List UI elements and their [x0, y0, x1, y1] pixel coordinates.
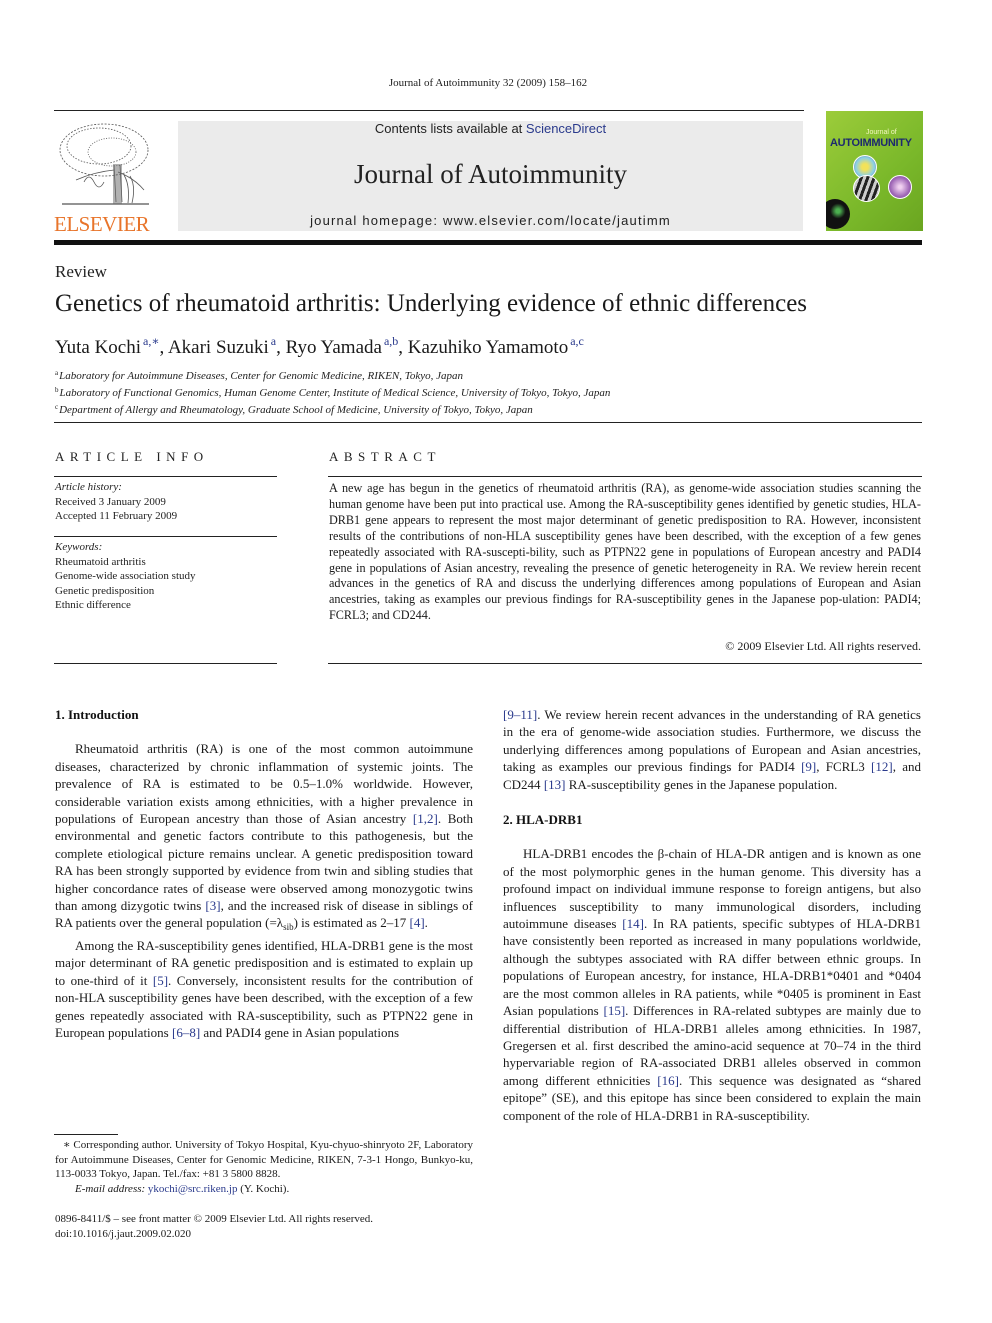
abstract-bottom-rule: [328, 663, 922, 664]
affiliation-key: a: [55, 369, 59, 377]
author-separator: ,: [276, 337, 286, 358]
received-date: Received 3 January 2009: [55, 495, 166, 508]
keywords-label: Keywords:: [55, 541, 103, 553]
citation-link[interactable]: [1,2]: [413, 811, 438, 826]
affiliation: bLaboratory of Functional Genomics, Huma…: [55, 383, 610, 400]
author-affiliation-link[interactable]: a,b: [384, 334, 398, 348]
keywords: Keywords: Rheumatoid arthritis Genome-wi…: [55, 540, 277, 613]
author-name: Ryo Yamada: [285, 337, 382, 358]
citation-link[interactable]: [9]: [801, 759, 816, 774]
citation-link[interactable]: [14]: [622, 916, 644, 931]
accepted-date: Accepted 11 February 2009: [55, 510, 178, 522]
section-heading-hla-drb1: 2. HLA-DRB1: [503, 812, 583, 828]
email-link[interactable]: ykochi@src.riken.jp: [148, 1183, 238, 1195]
email-suffix: (Y. Kochi).: [237, 1182, 290, 1195]
hla-paragraph-1: HLA-DRB1 encodes the β-chain of HLA-DR a…: [503, 845, 921, 1124]
issn-line: 0896-8411/$ – see front matter © 2009 El…: [55, 1213, 374, 1225]
masthead-thick-rule: [54, 240, 922, 245]
text-run: RA-susceptibility genes in the Japanese …: [565, 776, 838, 792]
citation-link[interactable]: [4]: [410, 915, 425, 930]
text-run: .: [424, 915, 428, 931]
citation-link[interactable]: [3]: [205, 898, 220, 913]
keywords-rule: [54, 536, 277, 537]
section-heading-introduction: 1. Introduction: [55, 707, 139, 722]
article-title: Genetics of rheumatoid arthritis: Underl…: [55, 290, 808, 317]
text-run: , FCRL3: [816, 759, 872, 775]
affiliation: aLaboratory for Autoimmune Diseases, Cen…: [55, 366, 610, 383]
intro-paragraph-1: Rheumatoid arthritis (RA) is one of the …: [55, 740, 473, 936]
corresponding-author: ∗ Corresponding author. University of To…: [55, 1139, 473, 1181]
journal-name: Journal of Autoimmunity: [354, 159, 627, 189]
citation-link[interactable]: [6–8]: [172, 1025, 200, 1040]
citation-link[interactable]: [15]: [603, 1003, 625, 1018]
email-label: E-mail address:: [75, 1182, 148, 1195]
article-info-bottom-rule: [54, 663, 277, 664]
author-separator: ,: [398, 337, 408, 358]
author-affiliation-link[interactable]: a,∗: [143, 334, 159, 348]
article-history: Article history: Received 3 January 2009…: [55, 480, 277, 524]
contents-prefix: Contents lists available at: [374, 121, 526, 136]
body-left-column: 1. Introduction Rheumatoid arthritis (RA…: [55, 706, 473, 1041]
article-info-rule: [54, 476, 277, 477]
cover-title: AUTOIMMUNITY: [830, 137, 912, 149]
author-name: Kazuhiko Yamamoto: [407, 337, 569, 358]
affiliation-key: c: [55, 403, 59, 411]
corresponding-author-footnote: ∗ Corresponding author. University of To…: [55, 1138, 473, 1196]
front-matter: 0896-8411/$ – see front matter © 2009 El…: [55, 1212, 473, 1241]
affiliation-key: b: [55, 386, 59, 394]
keyword: Genetic predisposition: [55, 584, 155, 597]
cover-journal-of: Journal of: [866, 129, 897, 136]
doi-link[interactable]: doi:10.1016/j.jaut.2009.02.020: [55, 1227, 473, 1242]
abstract-text: A new age has begun in the genetics of r…: [329, 481, 921, 623]
journal-homepage-link[interactable]: journal homepage: www.elsevier.com/locat…: [178, 213, 803, 228]
text-run: and PADI4 gene in Asian populations: [200, 1024, 399, 1040]
author-affiliation-link[interactable]: a,c: [570, 334, 584, 348]
contents-line: Contents lists available at ScienceDirec…: [178, 121, 803, 137]
intro-paragraph-2-continued: [9–11]. We review herein recent advances…: [503, 706, 921, 793]
citation-link[interactable]: [5]: [153, 973, 168, 988]
subscript: sib: [283, 922, 294, 933]
citation-link[interactable]: [16]: [657, 1073, 679, 1088]
keyword: Rheumatoid arthritis: [55, 555, 146, 568]
abstract-label: ABSTRACT: [329, 449, 441, 464]
footnote-rule: [54, 1134, 118, 1135]
affiliations: aLaboratory for Autoimmune Diseases, Cen…: [55, 366, 610, 417]
keyword: Ethnic difference: [55, 599, 131, 611]
citation-link[interactable]: [13]: [544, 777, 566, 792]
email-line: E-mail address: ykochi@src.riken.jp (Y. …: [55, 1182, 473, 1197]
elsevier-logo[interactable]: ELSEVIER: [54, 120, 155, 236]
text-run: Rheumatoid arthritis (RA) is one of the …: [55, 741, 473, 827]
citation-link[interactable]: [9–11]: [503, 707, 537, 722]
masthead-rule: [54, 110, 804, 111]
affiliation: cDepartment of Allergy and Rheumatology,…: [55, 400, 610, 417]
abstract-copyright: © 2009 Elsevier Ltd. All rights reserved…: [725, 639, 921, 653]
author-list: Yuta Kochi a,∗, Akari Suzuki a, Ryo Yamada…: [55, 334, 584, 359]
running-head: Journal of Autoimmunity 32 (2009) 158–16…: [388, 77, 588, 89]
sciencedirect-link[interactable]: ScienceDirect: [526, 121, 606, 136]
text-run: ) is estimated as 2–17: [293, 915, 410, 931]
cover-image-stain-icon: [888, 175, 912, 199]
affiliation-text: Department of Allergy and Rheumatology, …: [59, 404, 533, 416]
citation-link[interactable]: [12]: [871, 759, 893, 774]
masthead-box: Contents lists available at ScienceDirec…: [178, 121, 803, 231]
journal-cover-image[interactable]: Journal of AUTOIMMUNITY: [826, 111, 923, 231]
body-right-column: [9–11]. We review herein recent advances…: [503, 706, 921, 1124]
affiliation-text: Laboratory for Autoimmune Diseases, Cent…: [59, 370, 464, 382]
header-divider: [54, 422, 922, 423]
author-separator: ,: [159, 337, 168, 358]
elsevier-wordmark: ELSEVIER: [54, 212, 150, 236]
abstract-rule: [328, 476, 922, 477]
keyword: Genome-wide association study: [55, 570, 196, 582]
cover-image-fluorescence-icon: [826, 199, 850, 229]
history-label: Article history:: [55, 481, 122, 493]
author-name: Yuta Kochi: [55, 337, 142, 358]
affiliation-text: Laboratory of Functional Genomics, Human…: [59, 387, 611, 399]
elsevier-tree-icon: [59, 123, 149, 205]
intro-paragraph-2: Among the RA-susceptibility genes identi…: [55, 937, 473, 1041]
article-type: Review: [55, 262, 107, 281]
author-name: Akari Suzuki: [167, 337, 269, 358]
cover-image-tissue-icon: [853, 175, 880, 202]
article-info-label: ARTICLE INFO: [55, 449, 209, 464]
